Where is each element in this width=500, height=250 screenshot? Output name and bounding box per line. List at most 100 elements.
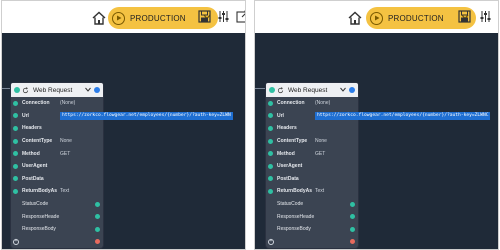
chevron-down-icon[interactable] [340,87,346,92]
property-row-postdata[interactable]: PostData [11,173,103,186]
workflow-canvas[interactable]: Web Request Connection (None) Url https://z… [2,33,245,249]
input-connector-dot[interactable] [268,188,273,194]
input-connector-dot[interactable] [13,176,18,182]
chevron-down-icon[interactable] [85,87,91,92]
sliders-icon[interactable] [479,10,492,23]
property-name: ResponseBody [277,226,311,233]
input-connector-dot[interactable] [268,138,273,144]
save-icon[interactable] [458,10,471,23]
property-value[interactable]: (None) [315,100,330,106]
add-icon[interactable]: + [13,238,19,245]
property-row-returnbodyas[interactable]: ReturnBodyAs Text [266,185,358,198]
add-property-row[interactable]: + [11,236,103,249]
node-input-dot[interactable] [269,87,275,93]
property-row-statuscode[interactable]: StatusCode [11,198,103,211]
output-connector-dot[interactable] [350,214,355,220]
node-input-dot[interactable] [14,87,20,93]
input-connector-dot[interactable] [268,176,273,182]
output-connector-dot[interactable] [95,214,100,220]
node-output-dot[interactable] [94,87,100,93]
web-request-node[interactable]: Web Request Connection (None) Url https://z… [266,83,491,249]
input-connector-dot[interactable] [268,163,273,169]
property-value[interactable]: Text [315,188,324,194]
property-name: UserAgent [277,163,303,170]
property-row-headers[interactable]: Headers [266,122,358,135]
property-row-responseheade[interactable]: ResponseHeade [266,210,358,223]
property-row-contenttype[interactable]: ContentType None [11,135,103,148]
input-connector-dot[interactable] [13,138,18,144]
url-field[interactable]: https://zorkco.flowgear.net/employees/{n… [60,111,233,120]
input-connector-dot[interactable] [268,100,273,106]
property-name: ReturnBodyAs [277,188,313,195]
property-value[interactable]: Text [60,188,69,194]
property-row-url[interactable]: Url https://zorkco.flowgear.net/employees… [266,110,491,123]
editor-panel-left: PRODUCTION Web Request Connection (None)… [1,0,246,250]
input-connector-dot[interactable] [13,100,18,106]
property-row-postdata[interactable]: PostData [266,173,358,186]
property-name: Url [277,112,284,119]
workflow-canvas[interactable]: Web Request Connection (None) Url https://z… [255,33,498,249]
input-connector-dot[interactable] [268,113,273,119]
property-row-useragent[interactable]: UserAgent [266,160,358,173]
input-connector-dot[interactable] [268,125,273,131]
web-request-node[interactable]: Web Request Connection (None) Url https://z… [11,83,233,249]
property-row-responseheade[interactable]: ResponseHeade [11,210,103,223]
property-row-url[interactable]: Url https://zorkco.flowgear.net/employees… [11,110,233,123]
property-name: ContentType [277,138,308,145]
output-connector-dot[interactable] [95,226,100,232]
input-connector-dot[interactable] [13,151,18,157]
property-name: Method [22,150,40,157]
output-connector-dot[interactable] [350,201,355,207]
node-title: Web Request [33,86,73,94]
save-icon[interactable] [198,10,211,23]
environment-label: PRODUCTION [388,13,444,23]
property-value[interactable]: (None) [60,100,75,106]
property-row-returnbodyas[interactable]: ReturnBodyAs Text [11,185,103,198]
property-name: PostData [277,175,299,182]
property-name: Method [277,150,295,157]
sliders-icon[interactable] [217,10,230,23]
input-connector-dot[interactable] [13,125,18,131]
property-row-responsebody[interactable]: ResponseBody [266,223,358,236]
input-connector-dot[interactable] [13,163,18,169]
property-value[interactable]: GET [60,151,70,157]
home-icon[interactable] [91,10,107,26]
property-value[interactable]: None [60,138,72,144]
property-name: Connection [22,100,50,107]
node-header[interactable]: Web Request [11,83,103,97]
property-name: ResponseBody [22,226,56,233]
property-value[interactable]: None [315,138,327,144]
input-connector-dot[interactable] [13,113,18,119]
toolbar: PRODUCTION [255,1,498,33]
node-header[interactable]: Web Request [266,83,358,97]
property-row-headers[interactable]: Headers [11,122,103,135]
url-field[interactable]: https://zorkco.flowgear.net/employees/{n… [315,111,491,120]
output-connector-dot[interactable] [95,201,100,207]
property-row-contenttype[interactable]: ContentType None [266,135,358,148]
property-name: StatusCode [277,201,304,208]
output-connector-dot[interactable] [350,226,355,232]
node-output-dot[interactable] [349,87,355,93]
property-row-useragent[interactable]: UserAgent [11,160,103,173]
add-property-row[interactable]: + [266,236,358,249]
property-row-method[interactable]: Method GET [11,147,103,160]
node-properties: Connection (None) Url https://zorkco.flowge… [11,97,233,236]
add-icon[interactable]: + [268,238,274,245]
environment-label: PRODUCTION [130,13,186,23]
external-link-icon[interactable] [236,10,246,23]
property-row-statuscode[interactable]: StatusCode [266,198,358,211]
property-row-connection[interactable]: Connection (None) [266,97,358,110]
refresh-icon [277,86,284,93]
input-connector-dot[interactable] [268,151,273,157]
property-name: StatusCode [22,201,49,208]
property-row-method[interactable]: Method GET [266,147,358,160]
property-name: Url [22,112,29,119]
property-row-responsebody[interactable]: ResponseBody [11,223,103,236]
error-output-dot[interactable] [95,239,100,245]
property-value[interactable]: GET [315,151,325,157]
play-icon [112,11,125,25]
error-output-dot[interactable] [350,239,355,245]
property-row-connection[interactable]: Connection (None) [11,97,103,110]
input-connector-dot[interactable] [13,188,18,194]
home-icon[interactable] [347,10,363,26]
